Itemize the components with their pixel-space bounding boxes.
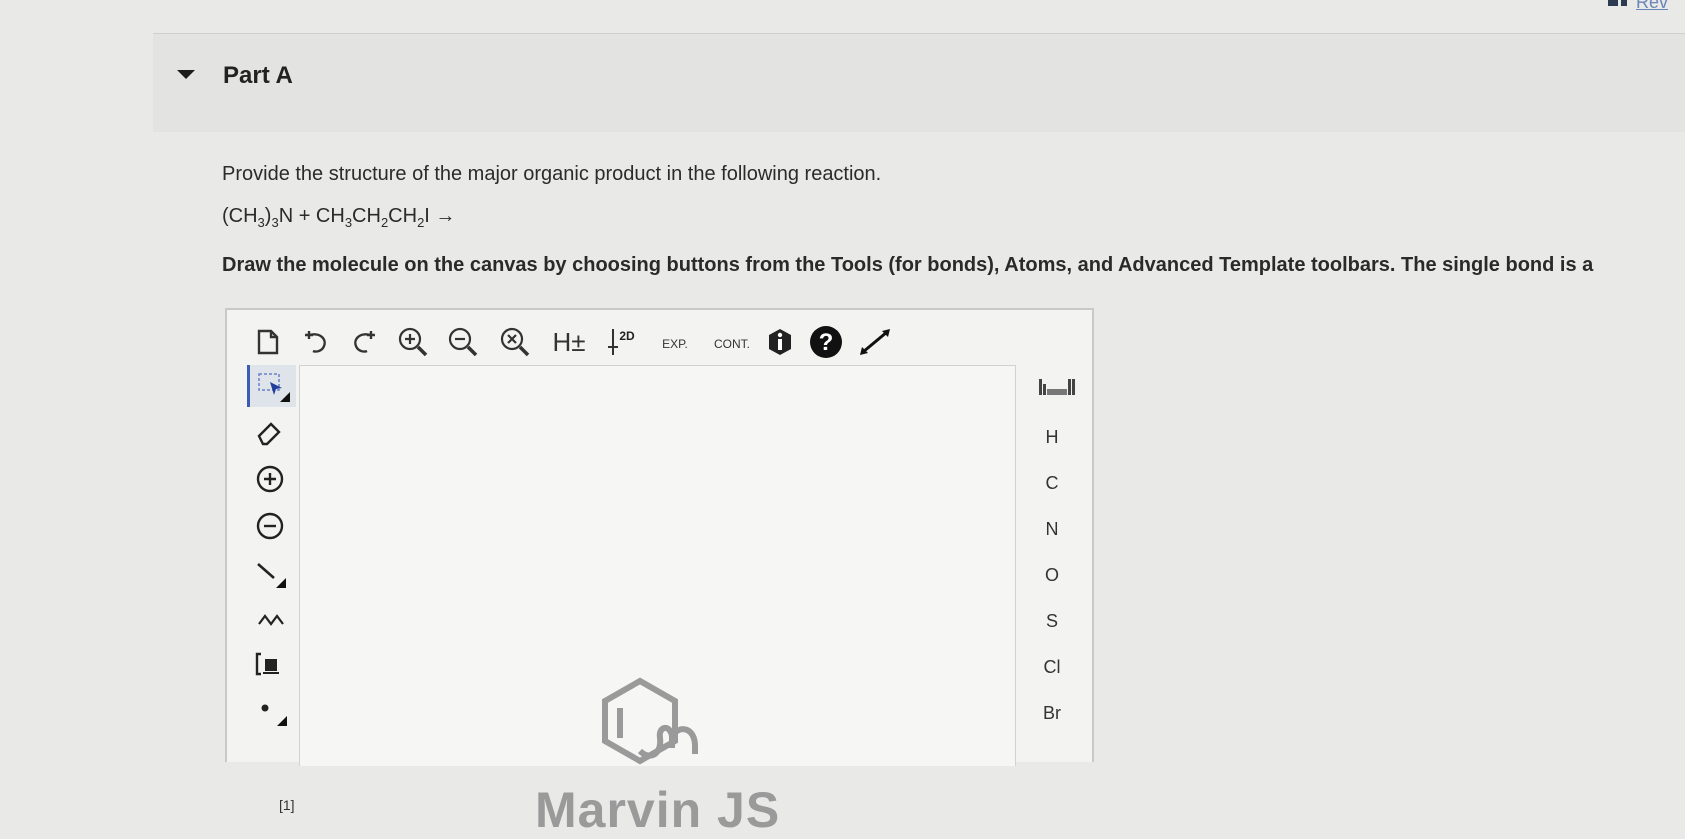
expand-button[interactable]: EXP. [651,324,699,360]
eraser-icon[interactable] [247,411,293,453]
book-icon-part [1621,0,1627,6]
radical-icon[interactable] [247,689,293,731]
select-tool[interactable] [247,365,296,407]
bracket-tool-icon[interactable] [247,643,293,685]
periodic-table-icon[interactable] [1039,379,1075,404]
atom-br-button[interactable]: Br [1017,703,1087,724]
part-title: Part A [223,62,293,89]
zoom-in-icon[interactable] [395,324,433,360]
atom-s-button[interactable]: S [1017,611,1087,632]
clean-2d-button[interactable]: 2D [601,324,641,360]
single-bond-icon[interactable] [247,551,293,593]
chain-icon[interactable] [247,597,293,639]
redo-icon[interactable] [347,324,381,360]
svg-text:?: ? [819,329,834,356]
atoms-toolbar: H C N O S Cl Br [1017,365,1087,765]
marvin-logo-icon [602,677,698,765]
question-prompt: Provide the structure of the major organ… [222,163,882,185]
contract-button[interactable]: CONT. [706,324,758,360]
help-icon[interactable]: ? [807,324,845,360]
reaction-equation: (CH3)3N + CH3CH2CH2I → [222,205,456,230]
increase-charge-icon[interactable] [247,458,293,500]
hydrogen-toggle-button[interactable]: H± [549,324,589,360]
part-header[interactable]: Part A [153,33,1685,132]
atom-o-button[interactable]: O [1017,565,1087,586]
drawing-canvas[interactable]: Marvin JS [299,365,1016,838]
drawing-instruction: Draw the molecule on the canvas by choos… [222,254,1594,276]
top-toolbar: H± 2D EXP. CONT. ? [251,324,1081,364]
decrease-charge-icon[interactable] [247,505,293,547]
info-icon[interactable] [763,324,797,360]
atom-h-button[interactable]: H [1017,427,1087,448]
review-link[interactable]: Rev [1600,0,1685,14]
book-icon [1608,0,1618,6]
new-document-icon[interactable] [251,324,285,360]
zoom-out-icon[interactable] [445,324,483,360]
atom-c-button[interactable]: C [1017,473,1087,494]
marvin-editor: H± 2D EXP. CONT. ? [1] Marvin JS H C N O… [225,308,1094,838]
left-toolbar: [1] [247,365,297,813]
marvin-brand-text: Marvin JS [535,782,781,838]
zoom-fit-icon[interactable] [497,324,535,360]
atom-n-button[interactable]: N [1017,519,1087,540]
fullscreen-icon[interactable] [855,324,895,360]
atom-cl-button[interactable]: Cl [1017,657,1087,678]
review-label[interactable]: Rev [1636,0,1668,13]
bottom-left-label: [1] [279,797,295,813]
undo-icon[interactable] [299,324,333,360]
collapse-caret-icon[interactable] [177,70,195,79]
